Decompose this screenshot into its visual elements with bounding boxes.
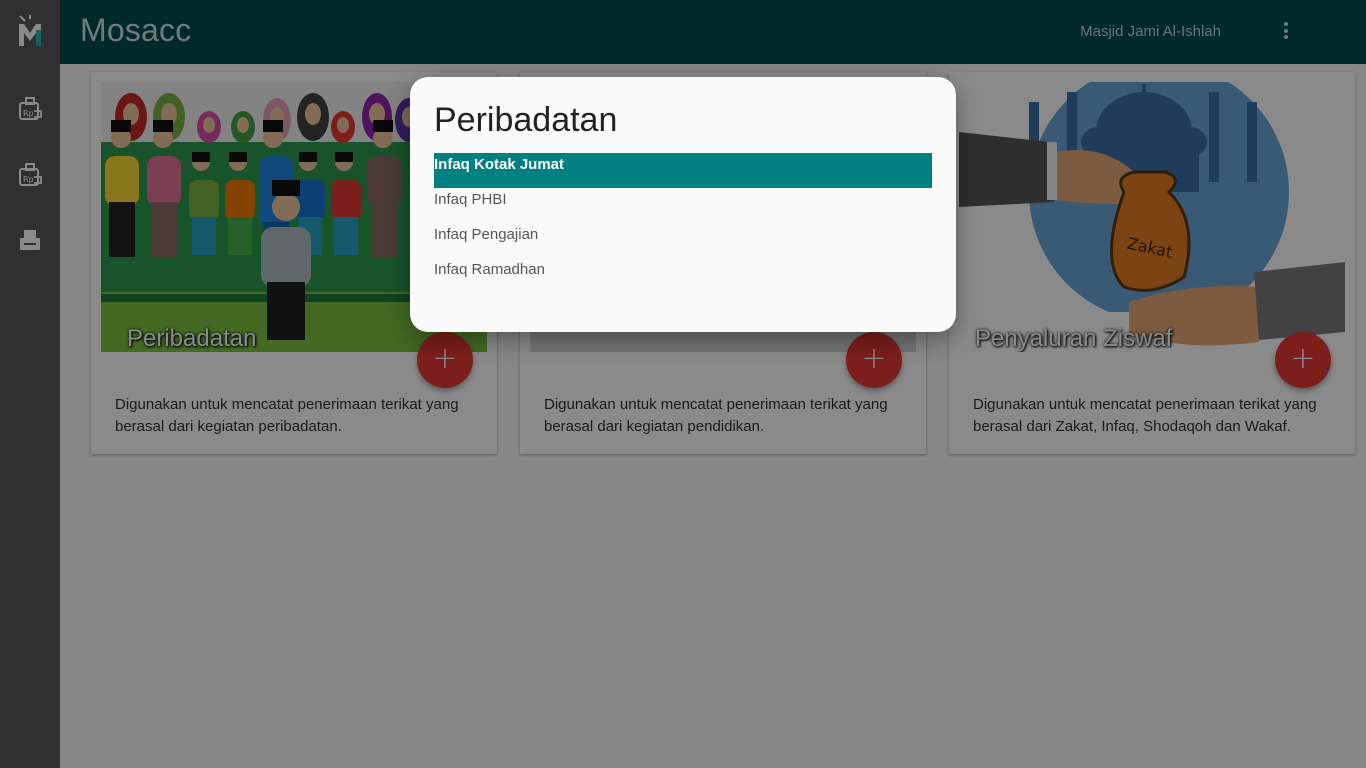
dialog-option-infaq-ramadhan[interactable]: Infaq Ramadhan	[434, 258, 932, 293]
dialog-option-list: Infaq Kotak Jumat Infaq PHBI Infaq Penga…	[434, 153, 932, 293]
dialog-option-infaq-pengajian[interactable]: Infaq Pengajian	[434, 223, 932, 258]
dialog-option-infaq-kotak-jumat[interactable]: Infaq Kotak Jumat	[434, 153, 932, 188]
dialog-title: Peribadatan	[434, 101, 618, 139]
category-dialog: Peribadatan Infaq Kotak Jumat Infaq PHBI…	[410, 77, 956, 332]
dialog-option-infaq-phbi[interactable]: Infaq PHBI	[434, 188, 932, 223]
